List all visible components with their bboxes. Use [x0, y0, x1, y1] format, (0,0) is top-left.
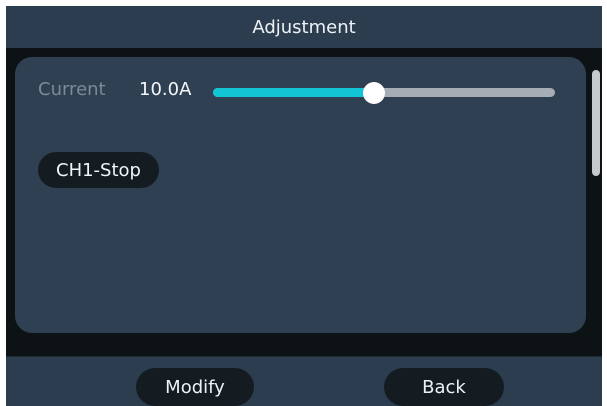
footer: Modify Back: [6, 357, 602, 406]
back-label: Back: [422, 376, 466, 398]
ch1-stop-label: CH1-Stop: [56, 159, 141, 181]
slider-thumb[interactable]: [362, 82, 385, 104]
back-button[interactable]: Back: [384, 368, 504, 406]
current-label: Current: [38, 79, 106, 100]
ch1-stop-button[interactable]: CH1-Stop: [38, 152, 159, 188]
current-value: 10.0A: [139, 79, 192, 100]
current-slider[interactable]: [213, 82, 555, 104]
page-title: Adjustment: [252, 16, 356, 38]
modify-button[interactable]: Modify: [136, 368, 254, 406]
screen: Adjustment Current 10.0A CH1-Stop Modify…: [6, 6, 602, 406]
scrollbar[interactable]: [592, 70, 600, 176]
slider-fill: [213, 88, 374, 97]
modify-label: Modify: [165, 376, 225, 398]
title-bar: Adjustment: [6, 6, 602, 48]
